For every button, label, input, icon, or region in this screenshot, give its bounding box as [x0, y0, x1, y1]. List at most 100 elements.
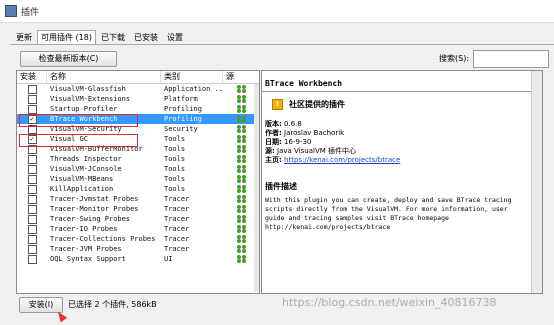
install-checkbox[interactable]: ✓ — [27, 114, 37, 124]
table-row[interactable]: KillApplication Tools — [17, 184, 259, 194]
install-checkbox[interactable] — [27, 214, 37, 224]
install-checkbox[interactable]: ✓ — [27, 134, 37, 144]
plugin-name: Tracer-Collections Probes — [50, 235, 156, 243]
install-checkbox[interactable] — [27, 184, 37, 194]
plugin-name: OQL Syntax Support — [50, 255, 126, 263]
install-checkbox[interactable] — [27, 174, 37, 184]
install-checkbox[interactable] — [27, 144, 37, 154]
header-category[interactable]: 类别 — [161, 71, 223, 83]
install-checkbox[interactable] — [27, 194, 37, 204]
header-install[interactable]: 安装 — [17, 71, 47, 83]
detail-scrollbar[interactable] — [531, 71, 542, 293]
install-checkbox[interactable] — [27, 104, 37, 114]
table-row[interactable]: Startup Profiler Profiling — [17, 104, 259, 114]
plugin-category: Profiling — [164, 105, 202, 113]
window-title: 插件 — [21, 8, 40, 18]
install-button[interactable]: 安装(I) — [19, 297, 63, 313]
install-checkbox[interactable] — [27, 164, 37, 174]
plugin-category: Tools — [164, 155, 186, 163]
table-row[interactable]: VisualVM-Extensions Platform — [17, 94, 259, 104]
table-row[interactable]: Tracer-Jvmstat Probes Tracer — [17, 194, 259, 204]
table-row[interactable]: VisualVM-Glassfish Application ... — [17, 84, 259, 94]
plugin-name: Tracer-Monitor Probes — [50, 205, 139, 213]
install-checkbox[interactable] — [27, 124, 37, 134]
table-row[interactable]: Tracer-Monitor Probes Tracer — [17, 204, 259, 214]
plugin-name: Tracer-IO Probes — [50, 225, 118, 233]
tab-available-plugins[interactable]: 可用插件 (18) — [37, 30, 96, 45]
plugin-category: Security — [164, 125, 198, 133]
install-cell — [17, 234, 47, 244]
install-cell — [17, 124, 47, 134]
homepage-link[interactable]: https://kenai.com/projects/btrace — [284, 156, 400, 164]
table-row[interactable]: VisualVM-BufferMonitor Tools — [17, 144, 259, 154]
selection-status: 已选择 2 个插件, 586kB — [68, 300, 157, 309]
plugin-name: Tracer-Swing Probes — [50, 215, 131, 223]
table-row[interactable]: Threads Inspector Tools — [17, 154, 259, 164]
install-checkbox[interactable] — [27, 84, 37, 94]
install-cell — [17, 194, 47, 204]
install-cell — [17, 184, 47, 194]
title-bar: 插件 — [0, 0, 554, 23]
install-cell — [17, 214, 47, 224]
plugin-center-icon — [236, 175, 246, 183]
table-row[interactable]: Tracer-Swing Probes Tracer — [17, 214, 259, 224]
install-checkbox[interactable] — [27, 224, 37, 234]
install-cell — [17, 204, 47, 214]
plugin-category: Profiling — [164, 115, 202, 123]
plugin-center-icon — [236, 245, 246, 253]
author-value: Jaroslav Bachorik — [284, 129, 345, 137]
plugin-name: KillApplication — [50, 185, 114, 193]
search-label: 搜索(S): — [439, 54, 470, 63]
install-checkbox[interactable] — [27, 254, 37, 264]
header-source[interactable]: 源 — [223, 71, 259, 83]
version-label: 版本: — [265, 120, 282, 128]
install-cell: ✓ — [17, 134, 47, 144]
community-badge-text: 社区提供的插件 — [289, 100, 345, 109]
plugin-category: Tracer — [164, 205, 190, 213]
install-cell — [17, 104, 47, 114]
install-checkbox[interactable] — [27, 244, 37, 254]
header-name[interactable]: 名称 — [47, 71, 161, 83]
plugin-category: Tools — [164, 185, 186, 193]
plugin-center-icon — [236, 255, 246, 263]
plugin-name: Threads Inspector — [50, 155, 122, 163]
install-checkbox[interactable] — [27, 154, 37, 164]
check-latest-button[interactable]: 检查最新版本(C) — [20, 51, 117, 67]
table-row[interactable]: OQL Syntax Support UI — [17, 254, 259, 264]
watermark: https://blog.csdn.net/weixin_40816738 — [282, 296, 497, 309]
list-scrollbar[interactable] — [254, 84, 259, 292]
plugin-center-icon — [236, 95, 246, 103]
install-cell — [17, 174, 47, 184]
author-label: 作者: — [265, 129, 282, 137]
red-arrow-annotation — [54, 309, 68, 323]
install-checkbox[interactable] — [27, 234, 37, 244]
table-row[interactable]: VisualVM-Security Security — [17, 124, 259, 134]
table-row[interactable]: Tracer-JVM Probes Tracer — [17, 244, 259, 254]
source-label: 源: — [265, 147, 275, 155]
install-checkbox[interactable] — [27, 204, 37, 214]
plugin-category: Platform — [164, 95, 198, 103]
search-input[interactable] — [473, 50, 549, 68]
table-row[interactable]: VisualVM-JConsole Tools — [17, 164, 259, 174]
table-row[interactable]: ✓ Visual GC Tools — [17, 134, 259, 144]
table-row[interactable]: VisualVM-MBeans Tools — [17, 174, 259, 184]
community-badge-icon: ! — [272, 99, 283, 110]
table-row[interactable]: ✓ BTrace Workbench Profiling — [17, 114, 259, 124]
plugin-center-icon — [236, 195, 246, 203]
table-row[interactable]: Tracer-IO Probes Tracer — [17, 224, 259, 234]
install-cell — [17, 244, 47, 254]
plugin-center-icon — [236, 145, 246, 153]
install-checkbox[interactable] — [27, 94, 37, 104]
plugin-category: Tools — [164, 135, 186, 143]
plugin-center-icon — [236, 185, 246, 193]
tab-bar: 更新 可用插件 (18) 已下载 已安装 设置 — [12, 30, 188, 45]
install-cell — [17, 154, 47, 164]
plugin-rows: VisualVM-Glassfish Application ... VisualV… — [17, 84, 259, 264]
plugin-category: Tools — [164, 165, 186, 173]
plugin-center-icon — [236, 205, 246, 213]
description-title: 插件描述 — [265, 182, 297, 191]
plugin-name: VisualVM-Security — [50, 125, 122, 133]
plugin-name: BTrace Workbench — [50, 115, 118, 123]
source-value: Java VisualVM 插件中心 — [277, 147, 357, 155]
table-row[interactable]: Tracer-Collections Probes Tracer — [17, 234, 259, 244]
